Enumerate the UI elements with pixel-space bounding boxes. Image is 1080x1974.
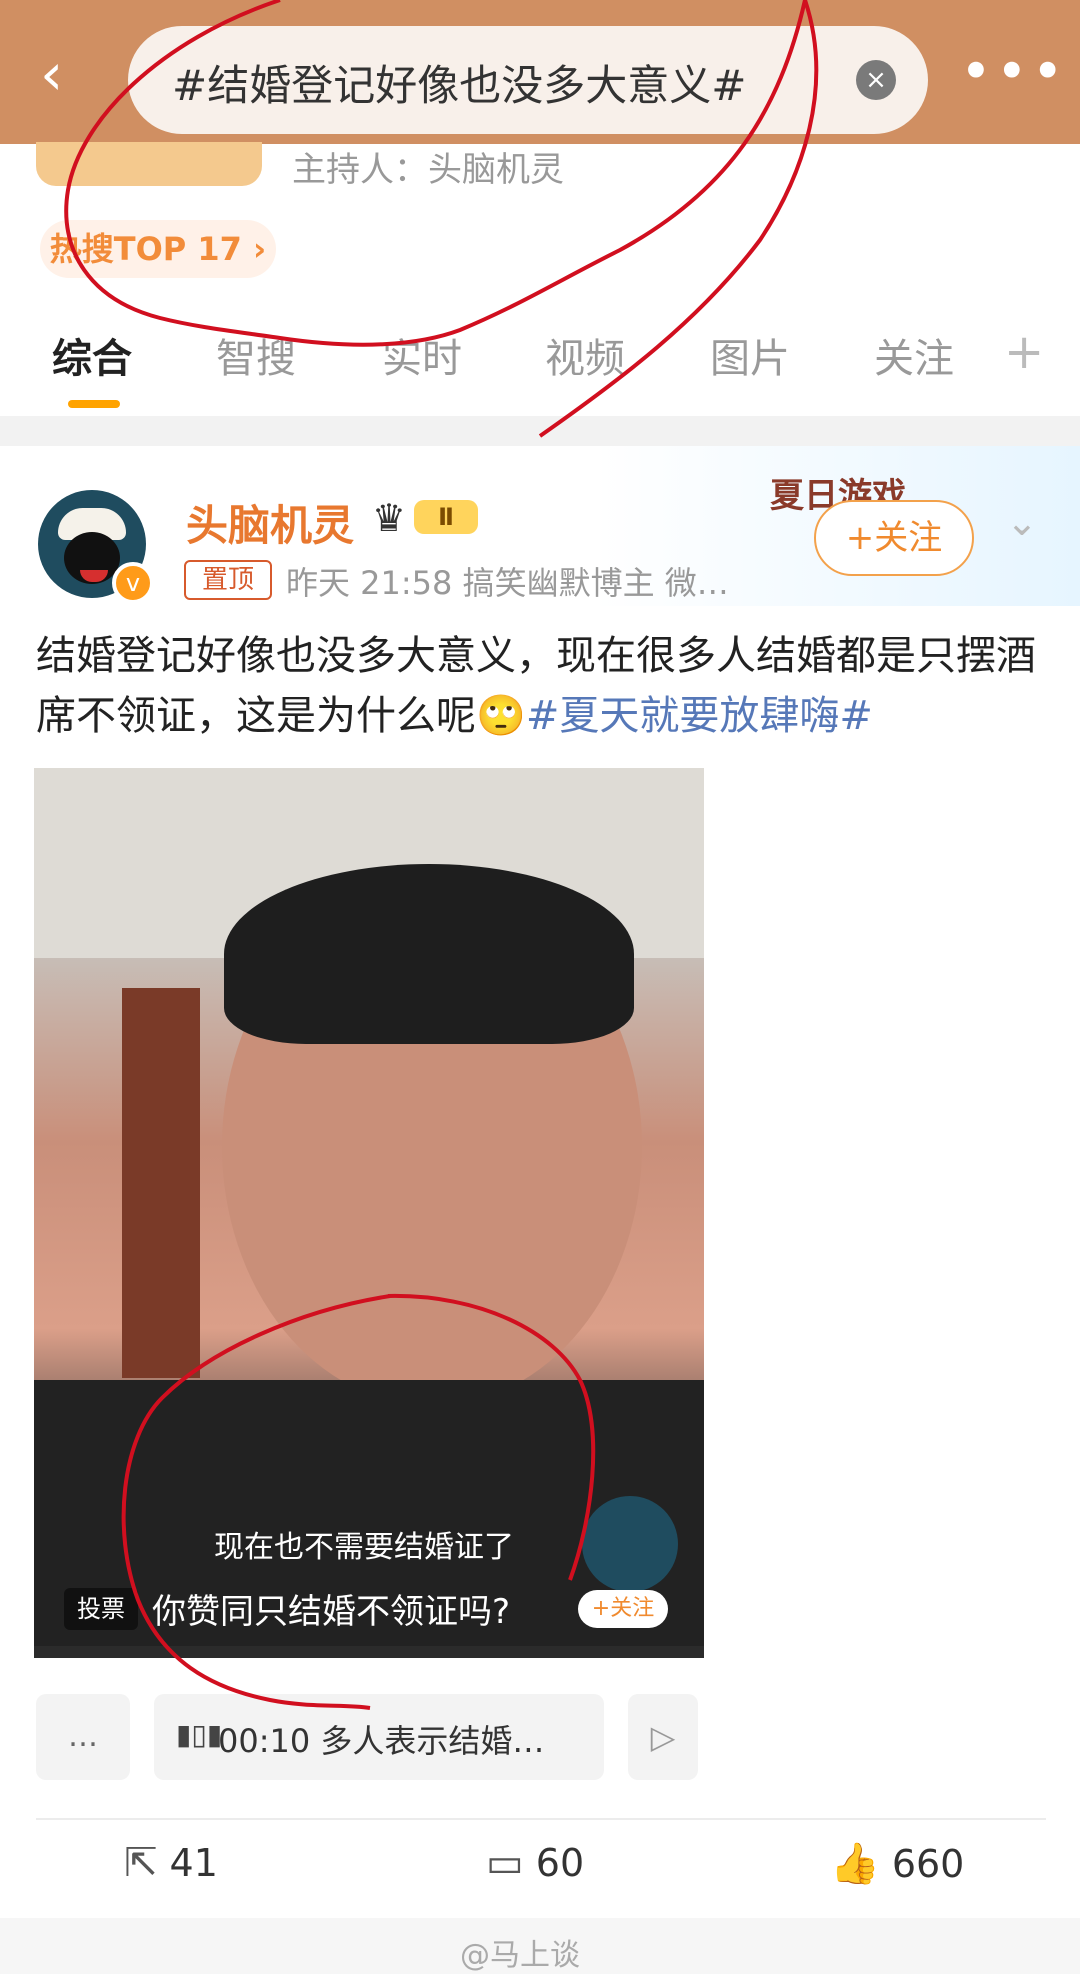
- topic-avatar: [36, 142, 262, 186]
- post-actions: ⇱ 41 ▭ 60 👍 660: [0, 1840, 1080, 1900]
- top-bar: ‹ #结婚登记好像也没多大意义# × •••: [0, 0, 1080, 144]
- clip-current[interactable]: ▮▯▮ 00:10 多人表示结婚…: [154, 1694, 604, 1780]
- section-divider: [0, 416, 1080, 446]
- clip-next[interactable]: ▷: [628, 1694, 698, 1780]
- like-count: 660: [891, 1842, 965, 1886]
- tab-realtime[interactable]: 实时: [382, 326, 462, 384]
- chevron-left-icon[interactable]: ‹: [40, 45, 92, 103]
- post-meta: 昨天 21:58 搞笑幽默博主 微…: [286, 564, 729, 602]
- close-icon[interactable]: ×: [856, 60, 896, 100]
- pinned-badge: 置顶: [184, 560, 272, 600]
- clip-strip: … ▮▯▮ 00:10 多人表示结婚… ▷: [36, 1694, 1046, 1780]
- level-badge: Ⅱ: [414, 500, 478, 534]
- tab-smart-search[interactable]: 智搜: [216, 326, 296, 384]
- comment-count: 60: [535, 1841, 585, 1885]
- add-tab-icon[interactable]: +: [1004, 324, 1044, 380]
- share-icon: ⇱: [124, 1840, 158, 1886]
- tab-video[interactable]: 视频: [545, 326, 625, 384]
- crown-icon: ♛: [372, 496, 407, 540]
- video-subtitle: 现在也不需要结婚证了: [214, 1530, 514, 1565]
- comment-icon: ▭: [486, 1840, 524, 1886]
- share-button[interactable]: ⇱ 41: [124, 1840, 218, 1886]
- thumb-up-icon: 👍: [830, 1841, 880, 1887]
- post-content: 结婚登记好像也没多大意义，现在很多人结婚都是只摆酒席不领证，这是为什么呢🙄#夏天…: [36, 626, 1046, 746]
- tab-all[interactable]: 综合: [52, 326, 132, 384]
- watermark: @马上谈: [460, 1938, 580, 1973]
- chevron-down-icon[interactable]: ⌄: [1006, 500, 1038, 544]
- share-count: 41: [169, 1841, 218, 1885]
- audio-wave-icon: ▮▯▮: [176, 1718, 223, 1751]
- username[interactable]: 头脑机灵: [186, 492, 354, 553]
- more-icon[interactable]: •••: [960, 45, 1064, 99]
- clip-prev[interactable]: …: [36, 1694, 130, 1780]
- hot-search-badge[interactable]: 热搜TOP 17 ›: [40, 220, 276, 278]
- video-timeline[interactable]: [34, 1646, 704, 1658]
- actions-divider: [36, 1818, 1046, 1820]
- follow-button[interactable]: +关注: [814, 500, 974, 576]
- search-query[interactable]: #结婚登记好像也没多大意义#: [172, 52, 746, 113]
- verified-icon: v: [112, 562, 154, 604]
- host-label: 主持人：头脑机灵: [292, 150, 564, 190]
- vote-tag[interactable]: 投票: [64, 1588, 138, 1630]
- post-topic[interactable]: #夏天就要放肆嗨#: [526, 693, 873, 739]
- clip-label: 00:10 多人表示结婚…: [218, 1722, 545, 1760]
- video-avatar[interactable]: [582, 1496, 678, 1592]
- tab-images[interactable]: 图片: [710, 326, 790, 384]
- like-button[interactable]: 👍 660: [830, 1840, 964, 1887]
- search-tabs: 综合 智搜 实时 视频 图片 关注 +: [0, 324, 1080, 416]
- vote-question[interactable]: 你赞同只结婚不领证吗?: [152, 1584, 510, 1633]
- person-hair: [224, 864, 634, 1044]
- door-shape: [122, 988, 200, 1378]
- comment-button[interactable]: ▭ 60: [486, 1840, 584, 1886]
- video-player[interactable]: 现在也不需要结婚证了 投票 你赞同只结婚不领证吗? +关注: [34, 768, 704, 1658]
- tab-following[interactable]: 关注: [874, 326, 954, 384]
- video-follow-button[interactable]: +关注: [578, 1590, 668, 1628]
- active-tab-indicator: [68, 400, 120, 408]
- search-bar[interactable]: #结婚登记好像也没多大意义# ×: [128, 26, 928, 134]
